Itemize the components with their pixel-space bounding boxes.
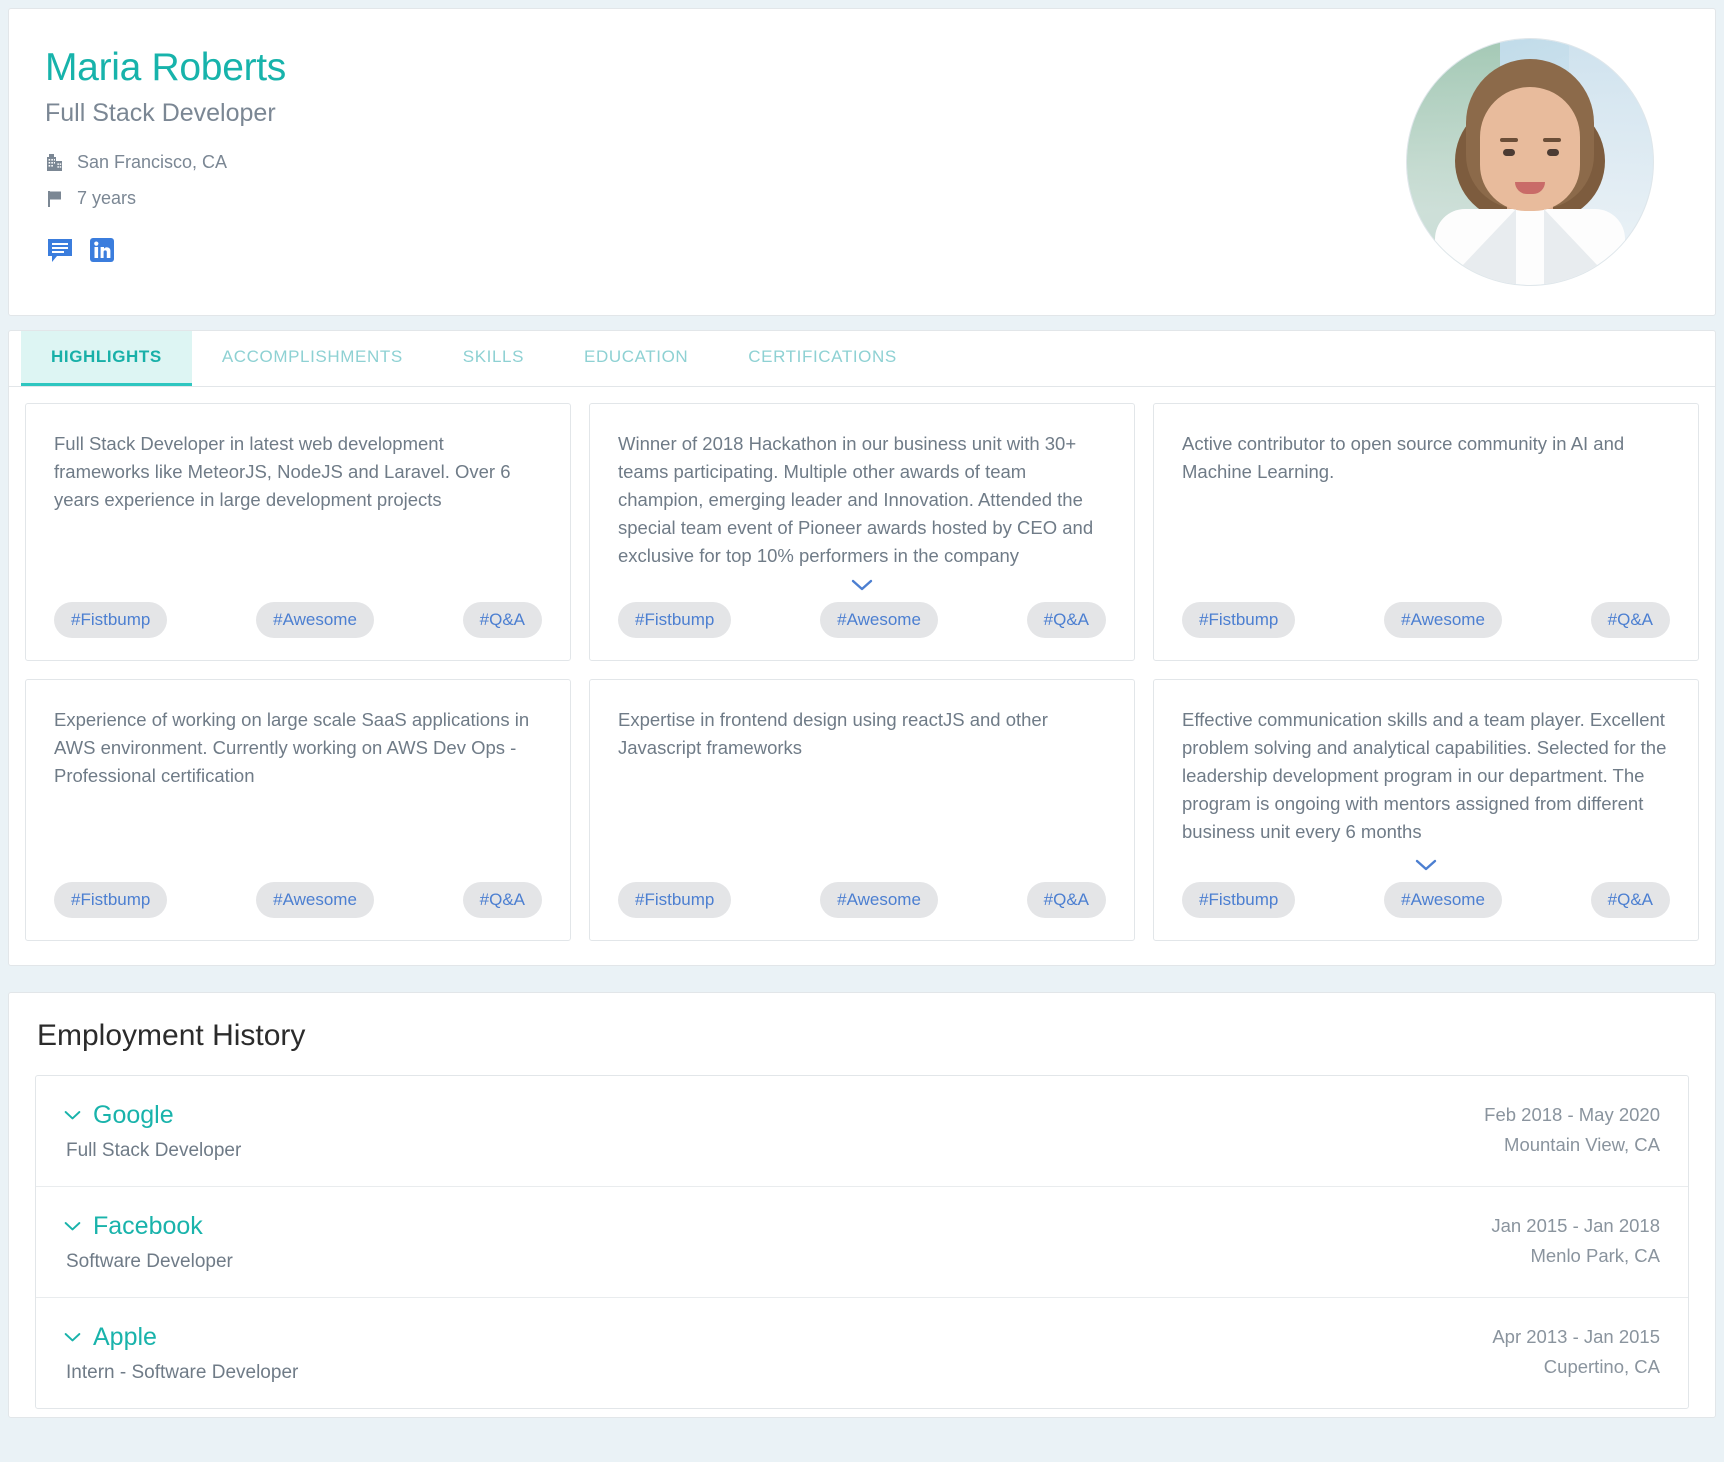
linkedin-icon[interactable] [87,235,117,265]
employment-row-left: Facebook Software Developer [64,1211,233,1275]
employment-list: Google Full Stack Developer Feb 2018 - M… [35,1075,1689,1409]
employment-dates: Apr 2013 - Jan 2015 [1492,1326,1660,1347]
chevron-down-icon[interactable] [64,1221,81,1232]
chip-qa[interactable]: #Q&A [1590,602,1670,638]
highlight-card: Experience of working on large scale Saa… [25,679,571,941]
employment-row-right: Apr 2013 - Jan 2015 Cupertino, CA [1492,1322,1660,1382]
employment-role: Full Stack Developer [66,1140,242,1161]
profile-header-card: Maria Roberts Full Stack Developer San F… [8,8,1716,316]
chevron-down-icon[interactable] [64,1332,81,1343]
avatar [1407,39,1653,285]
tab-bar: HIGHLIGHTS ACCOMPLISHMENTS SKILLS EDUCAT… [9,331,1715,387]
highlight-card: Effective communication skills and a tea… [1153,679,1699,941]
employment-dates: Jan 2015 - Jan 2018 [1491,1215,1660,1236]
employment-dates: Feb 2018 - May 2020 [1484,1104,1660,1125]
tab-certifications[interactable]: CERTIFICATIONS [718,331,927,386]
highlight-chip-row: #Fistbump #Awesome #Q&A [618,882,1106,940]
chip-qa[interactable]: #Q&A [1590,882,1670,918]
employment-row: Facebook Software Developer Jan 2015 - J… [36,1187,1688,1298]
highlight-text: Experience of working on large scale Saa… [54,709,530,786]
expand-chevron-down-icon[interactable] [590,579,1134,592]
profile-experience-row: 7 years [45,187,286,209]
employment-row-right: Feb 2018 - May 2020 Mountain View, CA [1484,1100,1660,1160]
chip-qa[interactable]: #Q&A [462,882,542,918]
employment-company[interactable]: Google [93,1100,174,1130]
highlight-chip-row: #Fistbump #Awesome #Q&A [1182,882,1670,940]
profile-location: San Francisco, CA [77,152,228,172]
employment-company[interactable]: Apple [93,1322,157,1352]
employment-company[interactable]: Facebook [93,1211,203,1241]
chip-awesome[interactable]: #Awesome [256,602,374,638]
employment-role: Intern - Software Developer [66,1362,299,1383]
employment-location: Menlo Park, CA [1530,1245,1660,1266]
highlight-chip-row: #Fistbump #Awesome #Q&A [54,602,542,660]
chip-awesome[interactable]: #Awesome [1384,602,1502,638]
chip-fistbump[interactable]: #Fistbump [1182,882,1296,918]
chip-awesome[interactable]: #Awesome [1384,882,1502,918]
tab-education[interactable]: EDUCATION [554,331,718,386]
highlight-text: Winner of 2018 Hackathon in our business… [618,433,1094,566]
highlight-text: Effective communication skills and a tea… [1182,709,1667,842]
profile-tabs-panel: HIGHLIGHTS ACCOMPLISHMENTS SKILLS EDUCAT… [8,330,1716,966]
chip-qa[interactable]: #Q&A [1026,602,1106,638]
employment-company-line: Facebook [64,1211,233,1241]
page-title: Maria Roberts [45,46,287,89]
employment-history-heading: Employment History [37,1019,306,1052]
building-icon [45,152,65,172]
employment-row-left: Apple Intern - Software Developer [64,1322,298,1386]
employment-location: Mountain View, CA [1504,1134,1660,1155]
employment-history-panel: Employment History Google Full Stack Dev… [8,992,1716,1418]
chip-awesome[interactable]: #Awesome [256,882,374,918]
chip-fistbump[interactable]: #Fistbump [54,602,168,638]
employment-row: Apple Intern - Software Developer Apr 20… [36,1298,1688,1408]
profile-location-row: San Francisco, CA [45,151,286,173]
tab-accomplishments[interactable]: ACCOMPLISHMENTS [192,331,433,386]
highlight-card: Active contributor to open source commun… [1153,403,1699,661]
employment-role: Software Developer [66,1251,233,1272]
employment-row-right: Jan 2015 - Jan 2018 Menlo Park, CA [1491,1211,1660,1271]
chip-qa[interactable]: #Q&A [462,602,542,638]
profile-social-links [45,235,286,265]
chevron-down-icon[interactable] [64,1110,81,1121]
chip-fistbump[interactable]: #Fistbump [54,882,168,918]
highlight-chip-row: #Fistbump #Awesome #Q&A [54,882,542,940]
flag-icon [45,188,65,208]
employment-company-line: Apple [64,1322,298,1352]
highlight-text: Full Stack Developer in latest web devel… [54,433,511,510]
profile-job-title: Full Stack Developer [45,99,276,127]
chip-qa[interactable]: #Q&A [1026,882,1106,918]
employment-company-line: Google [64,1100,241,1130]
chip-fistbump[interactable]: #Fistbump [618,602,732,638]
employment-location: Cupertino, CA [1543,1356,1660,1377]
tab-skills[interactable]: SKILLS [433,331,554,386]
profile-experience: 7 years [77,188,137,208]
message-icon[interactable] [45,235,75,265]
profile-info: Maria Roberts Full Stack Developer San F… [45,39,286,265]
highlight-chip-row: #Fistbump #Awesome #Q&A [618,602,1106,660]
profile-page: Maria Roberts Full Stack Developer San F… [0,0,1724,1462]
highlights-grid: Full Stack Developer in latest web devel… [9,387,1715,965]
highlight-text: Active contributor to open source commun… [1182,433,1625,482]
chip-awesome[interactable]: #Awesome [820,882,938,918]
employment-row: Google Full Stack Developer Feb 2018 - M… [36,1076,1688,1187]
chip-fistbump[interactable]: #Fistbump [618,882,732,918]
highlight-chip-row: #Fistbump #Awesome #Q&A [1182,602,1670,660]
expand-chevron-down-icon[interactable] [1154,859,1698,872]
highlight-card: Expertise in frontend design using react… [589,679,1135,941]
highlight-card: Full Stack Developer in latest web devel… [25,403,571,661]
tab-highlights[interactable]: HIGHLIGHTS [21,331,192,386]
chip-awesome[interactable]: #Awesome [820,602,938,638]
chip-fistbump[interactable]: #Fistbump [1182,602,1296,638]
highlight-text: Expertise in frontend design using react… [618,709,1048,758]
employment-row-left: Google Full Stack Developer [64,1100,241,1164]
highlight-card: Winner of 2018 Hackathon in our business… [589,403,1135,661]
